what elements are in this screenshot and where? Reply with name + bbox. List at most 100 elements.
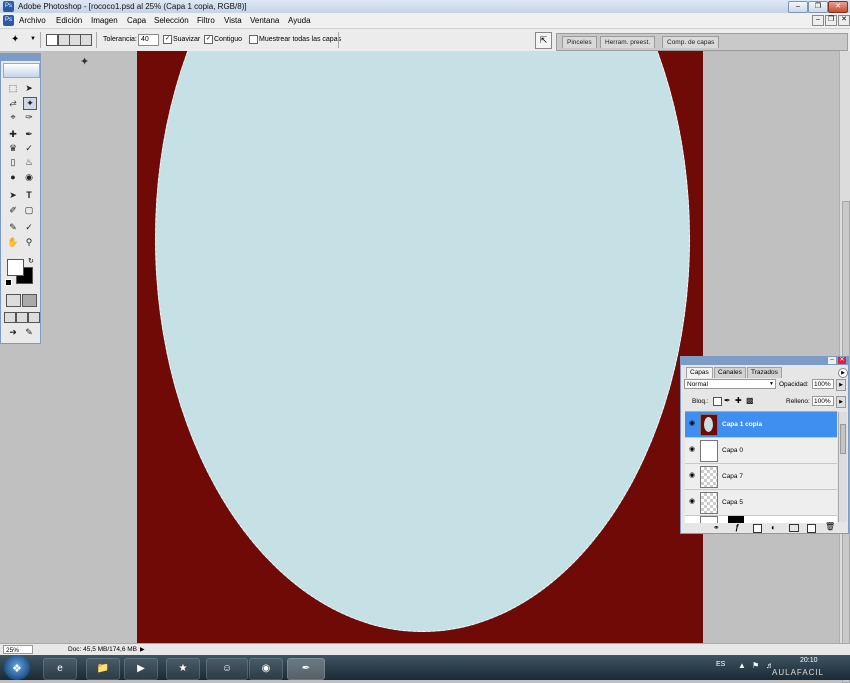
eyedropper-tool-icon[interactable]: ✓	[23, 222, 35, 233]
layers-panel-titlebar[interactable]	[681, 357, 848, 365]
minimize-button[interactable]: –	[788, 1, 808, 13]
layer-row[interactable]: ◉ Capa 5	[685, 490, 837, 516]
panel-menu-icon[interactable]: ▶	[838, 368, 848, 378]
notes-tool-icon[interactable]: ✎	[7, 222, 19, 233]
chrome-icon[interactable]: ◉	[249, 658, 283, 680]
screen-mode-full-icon[interactable]	[28, 312, 40, 323]
type-tool-icon[interactable]: T	[23, 190, 35, 201]
vertical-scrollbar[interactable]	[839, 51, 850, 683]
new-layer-icon[interactable]	[807, 524, 816, 533]
elliptical-selection[interactable]	[155, 51, 690, 632]
screen-mode-menu-icon[interactable]	[16, 312, 28, 323]
visibility-eye-icon[interactable]: ◉	[687, 498, 697, 506]
tab-trazados[interactable]: Trazados	[747, 367, 782, 378]
contiguous-checkbox[interactable]: ✓	[204, 35, 213, 44]
adjustment-layer-icon[interactable]: ◐	[771, 523, 776, 532]
new-selection-icon[interactable]	[46, 34, 58, 46]
clone-stamp-icon[interactable]: ♛	[7, 143, 19, 154]
app-icon[interactable]: ★	[166, 658, 200, 680]
all-layers-checkbox[interactable]	[249, 35, 258, 44]
document-icon[interactable]: Ps	[3, 15, 14, 26]
layer-style-icon[interactable]: ƒ	[735, 523, 739, 532]
visibility-eye-icon[interactable]: ◉	[687, 420, 697, 428]
preset-dropdown-arrow-icon[interactable]: ▼	[30, 36, 36, 42]
imageready-icon[interactable]: ✎	[23, 327, 35, 338]
swap-colors-icon[interactable]: ↻	[28, 257, 34, 265]
jump-to-imageready-icon[interactable]: ➜	[7, 327, 19, 338]
tolerance-input[interactable]: 40	[138, 34, 159, 46]
hand-tool-icon[interactable]: ✋	[7, 237, 19, 248]
new-group-icon[interactable]	[789, 524, 799, 532]
start-button[interactable]: ❖	[4, 655, 30, 680]
blur-tool-icon[interactable]: ●	[7, 172, 19, 183]
magic-wand-preset-icon[interactable]: ✦	[11, 34, 19, 45]
history-brush-icon[interactable]: ✓	[23, 143, 35, 154]
layer-row[interactable]: ◉ Capa 7	[685, 464, 837, 490]
file-browser-icon[interactable]: ⇱	[535, 32, 552, 49]
clock[interactable]: 20:10	[800, 657, 818, 664]
standard-mode-icon[interactable]	[6, 294, 21, 307]
path-selection-icon[interactable]: ➤	[7, 190, 19, 201]
feather-logo-icon[interactable]	[3, 63, 40, 78]
media-player-icon[interactable]: ▶	[124, 658, 158, 680]
messenger-icon[interactable]: ☺	[206, 658, 248, 680]
layer-row[interactable]: ◉ Capa 1 copia	[685, 412, 837, 438]
link-layers-icon[interactable]: ⚭	[713, 523, 720, 532]
layer-row[interactable]: ◉ Capa 0	[685, 438, 837, 464]
menu-capa[interactable]: Capa	[127, 16, 146, 25]
internet-explorer-icon[interactable]: e	[43, 658, 77, 680]
menu-imagen[interactable]: Imagen	[91, 16, 118, 25]
antialias-checkbox[interactable]: ✓	[163, 35, 172, 44]
lock-pixels-icon[interactable]: ✒	[724, 396, 731, 405]
brush-tool-icon[interactable]: ✒	[23, 129, 35, 140]
zoom-tool-icon[interactable]: ⚲	[23, 237, 35, 248]
doc-close-button[interactable]: ✕	[838, 15, 850, 26]
lock-transparency-icon[interactable]	[713, 397, 722, 406]
move-tool-icon[interactable]: ➤	[23, 83, 35, 94]
visibility-eye-icon[interactable]: ◉	[687, 472, 697, 480]
slice-tool-icon[interactable]: ✑	[23, 112, 35, 123]
lock-position-icon[interactable]: ✚	[735, 396, 742, 405]
rectangle-tool-icon[interactable]: ▢	[23, 205, 35, 216]
well-tab-comp-capas[interactable]: Comp. de capas	[662, 36, 720, 48]
tab-capas[interactable]: Capas	[686, 367, 713, 378]
toolbox-titlebar[interactable]	[1, 54, 40, 61]
menu-filtro[interactable]: Filtro	[197, 16, 215, 25]
screen-mode-standard-icon[interactable]	[4, 312, 16, 323]
delete-layer-icon[interactable]: 🗑	[825, 522, 835, 531]
close-button[interactable]: ✕	[828, 1, 848, 13]
foreground-color-swatch[interactable]	[7, 259, 24, 276]
fill-input[interactable]: 100%	[812, 396, 834, 406]
tray-flag-icon[interactable]: ⚑	[752, 661, 759, 670]
lasso-tool-icon[interactable]: ⥄	[7, 97, 19, 108]
paint-bucket-icon[interactable]: ♨	[23, 157, 35, 168]
visibility-eye-icon[interactable]: ◉	[687, 446, 697, 454]
status-menu-arrow-icon[interactable]: ▶	[140, 646, 145, 653]
layers-scrollbar[interactable]	[838, 412, 847, 522]
restore-button[interactable]: ❐	[808, 1, 828, 13]
dodge-tool-icon[interactable]: ◉	[23, 172, 35, 183]
healing-brush-icon[interactable]: ✚	[7, 129, 19, 140]
well-tab-pinceles[interactable]: Pinceles	[562, 36, 597, 48]
document-canvas[interactable]	[137, 51, 703, 643]
menu-vista[interactable]: Vista	[224, 16, 242, 25]
panel-minimize-button[interactable]: –	[828, 357, 836, 364]
zoom-field[interactable]: 25%	[3, 645, 33, 654]
lock-all-icon[interactable]: ▩	[746, 396, 754, 405]
intersect-selection-icon[interactable]	[80, 34, 92, 46]
tray-arrow-icon[interactable]: ▲	[738, 661, 746, 670]
doc-minimize-button[interactable]: –	[812, 15, 824, 26]
well-tab-herram-preest[interactable]: Herram. preest.	[600, 36, 656, 48]
menu-ayuda[interactable]: Ayuda	[288, 16, 311, 25]
explorer-folder-icon[interactable]: 📁	[86, 658, 120, 680]
photoshop-task-icon[interactable]: ✒	[287, 658, 325, 680]
default-colors-icon[interactable]	[5, 279, 12, 286]
fill-slider-arrow-icon[interactable]: ▶	[836, 396, 846, 408]
layer-mask-icon[interactable]	[753, 524, 762, 533]
menu-ventana[interactable]: Ventana	[250, 16, 279, 25]
blend-mode-arrow-icon[interactable]: ▼	[769, 381, 774, 387]
opacity-input[interactable]: 100%	[812, 379, 834, 389]
menu-edicion[interactable]: Edición	[56, 16, 82, 25]
opacity-slider-arrow-icon[interactable]: ▶	[836, 379, 846, 391]
tab-canales[interactable]: Canales	[714, 367, 746, 378]
